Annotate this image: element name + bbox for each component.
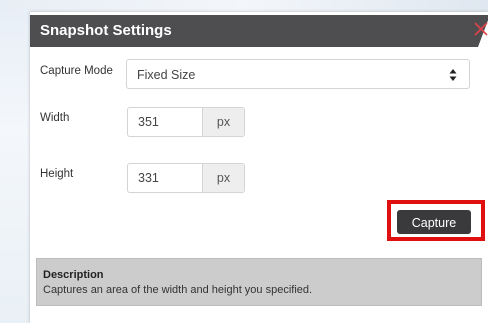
background-left [0, 0, 34, 323]
width-input[interactable] [128, 108, 202, 136]
height-input[interactable] [128, 164, 202, 192]
width-unit: px [202, 108, 244, 136]
dialog-title: Snapshot Settings [40, 22, 172, 39]
width-input-group: px [127, 107, 245, 137]
height-input-group: px [127, 163, 245, 193]
height-label: Height [40, 168, 74, 180]
background-top [0, 0, 488, 12]
description-title: Description [43, 269, 104, 281]
dialog-title-bar: Snapshot Settings [30, 15, 488, 47]
width-label: Width [40, 112, 70, 124]
height-unit: px [202, 164, 244, 192]
capture-mode-label: Capture Mode [40, 65, 113, 77]
sort-arrows-icon [449, 68, 457, 82]
capture-mode-value: Fixed Size [137, 68, 196, 82]
close-icon[interactable] [472, 20, 488, 38]
capture-button[interactable]: Capture [397, 210, 471, 234]
snapshot-settings-dialog: Snapshot Settings Capture Mode Fixed Siz… [30, 12, 488, 323]
description-panel: Description Captures an area of the widt… [36, 258, 482, 306]
description-text: Captures an area of the width and height… [43, 284, 313, 296]
capture-mode-select[interactable]: Fixed Size [126, 59, 470, 89]
